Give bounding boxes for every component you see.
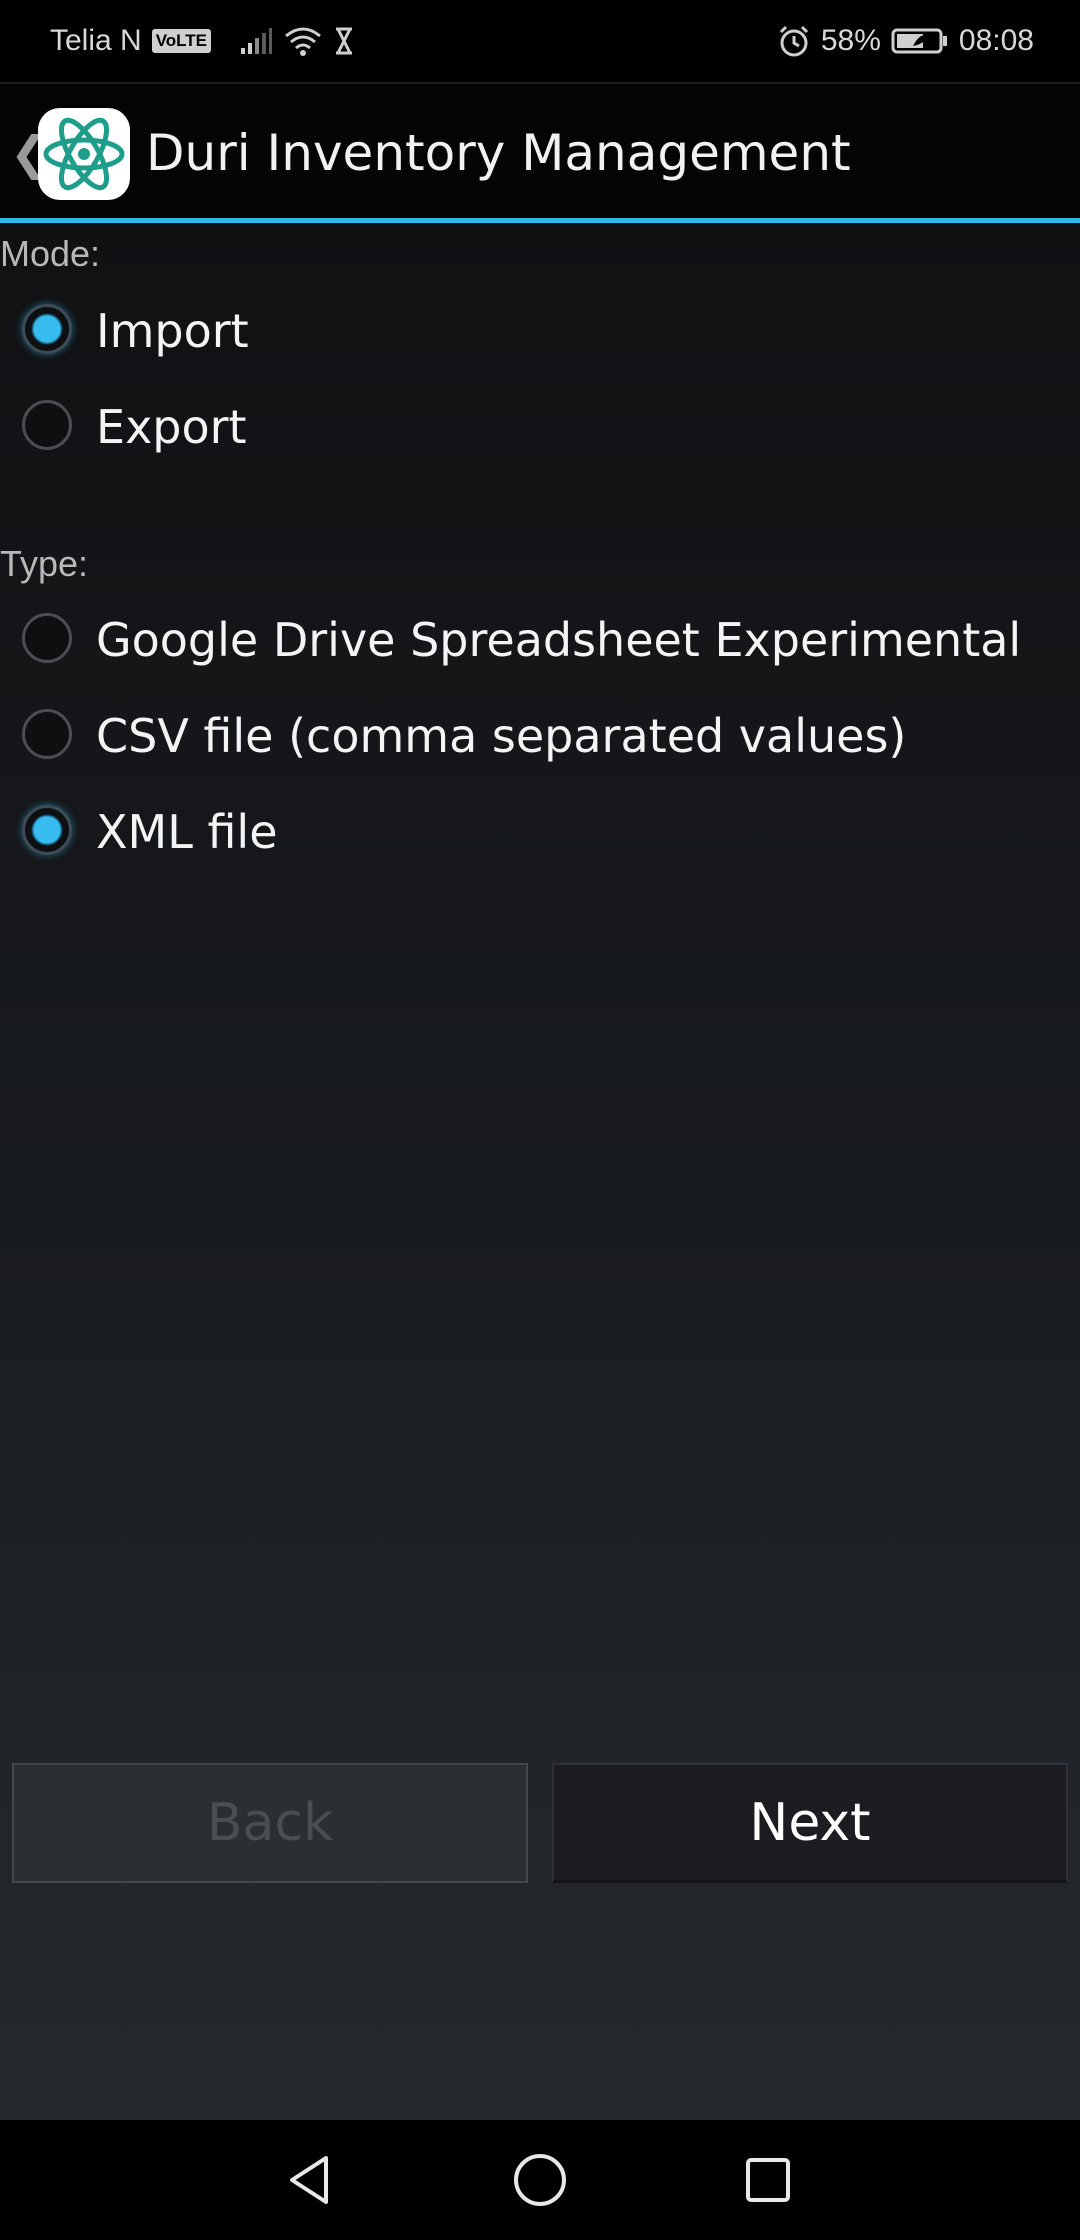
radio-csv[interactable] [22,709,72,759]
action-bar: ❮ Duri Inventory Management [0,82,1080,222]
back-button[interactable]: Back [12,1763,528,1883]
mode-label: Mode: [0,233,101,274]
mode-option-import[interactable]: Import [0,286,1080,376]
signal-icon [239,26,273,56]
type-option-label: Google Drive Spreadsheet Experimental [96,613,1022,667]
wifi-icon [283,25,323,57]
radio-import[interactable] [22,304,72,354]
status-bar-left: Telia N VoLTE [50,20,355,62]
battery-percent: 58% [820,24,881,57]
type-label: Type: [0,543,89,584]
type-option-xml[interactable]: XML file [0,787,1080,877]
app-logo-icon[interactable] [38,108,130,200]
clock: 08:08 [958,24,1034,57]
nav-home-icon[interactable] [506,2146,574,2214]
mode-option-export[interactable]: Export [0,382,1080,472]
hourglass-icon [333,27,355,55]
mode-option-label: Export [96,400,247,454]
carrier-name: Telia N [50,24,142,57]
next-button[interactable]: Next [552,1763,1068,1883]
type-option-label: XML file [96,805,278,859]
volte-badge: VoLTE [151,29,212,53]
alarm-icon [777,24,811,58]
status-bar-right: 58% 08:08 [777,20,1034,62]
nav-back-icon[interactable] [276,2146,344,2214]
radio-xml[interactable] [22,805,72,855]
type-option-label: CSV file (comma separated values) [96,709,907,763]
mode-option-label: Import [96,304,249,358]
radio-export[interactable] [22,400,72,450]
status-bar: Telia N VoLTE 58% 08:08 [0,0,1080,82]
battery-icon [891,26,949,56]
type-option-google-drive[interactable]: Google Drive Spreadsheet Experimental [0,595,1080,685]
type-option-csv[interactable]: CSV file (comma separated values) [0,691,1080,781]
system-navigation-bar [0,2120,1080,2240]
nav-recents-icon[interactable] [734,2146,802,2214]
radio-google-drive[interactable] [22,613,72,663]
app-title: Duri Inventory Management [146,124,851,182]
